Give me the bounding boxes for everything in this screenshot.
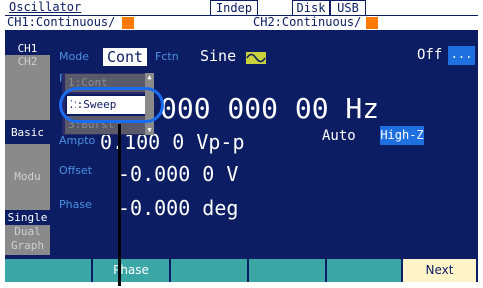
softkey-bar: Phase Next <box>5 259 478 282</box>
softkey-phase[interactable]: Phase <box>93 259 171 282</box>
tab-ch1[interactable]: CH1 <box>5 42 50 55</box>
softkey-3[interactable] <box>171 259 249 282</box>
scroll-down-icon[interactable]: ▼ <box>145 126 154 135</box>
output-state[interactable]: Off <box>417 47 442 63</box>
tab-dual-line2: Graph <box>10 239 45 252</box>
tab-modu[interactable]: Modu <box>5 144 50 210</box>
function-value[interactable]: Sine <box>200 47 236 65</box>
ch1-output-indicator <box>122 17 134 29</box>
callout-highlight <box>59 87 164 123</box>
mode-label: Mode <box>59 50 89 63</box>
tab-dual-line1: Dual <box>14 225 41 238</box>
phase-label: Phase <box>59 198 92 211</box>
scroll-up-icon[interactable]: ▲ <box>145 73 154 82</box>
screen-title: Oscillator <box>9 0 82 14</box>
softkey-5[interactable] <box>327 259 403 282</box>
ch1-status: CH1:Continuous/ <box>7 15 116 29</box>
usb-indicator: USB <box>330 0 366 16</box>
annotation-pointer <box>118 124 121 286</box>
ch2-status: CH2:Continuous/ <box>253 15 362 29</box>
load-highz-button[interactable]: High-Z <box>380 126 424 145</box>
sine-wave-icon <box>246 52 266 64</box>
fctn-label: Fctn <box>155 50 179 63</box>
offset-value[interactable]: -0.000 0 V <box>118 162 238 186</box>
more-button[interactable]: ... <box>448 46 475 65</box>
tab-ch2[interactable]: CH2 <box>5 55 50 120</box>
softkey-4[interactable] <box>249 259 327 282</box>
tab-basic[interactable]: Basic <box>5 126 50 140</box>
tab-dual-graph[interactable]: Dual Graph <box>5 225 50 255</box>
title-bar: Oscillator Indep Disk USB <box>5 0 478 16</box>
channel-status-bar: CH1:Continuous/ CH2:Continuous/ <box>5 15 478 31</box>
oscillator-screen: Oscillator Indep Disk USB CH1:Continuous… <box>5 0 478 282</box>
indep-indicator: Indep <box>210 0 258 16</box>
ampl-label: Ampto <box>59 134 96 147</box>
frequency-value[interactable]: 000 000 00 Hz <box>160 92 379 125</box>
tab-single[interactable]: Single <box>5 211 50 225</box>
disk-indicator: Disk <box>292 0 330 16</box>
phase-value[interactable]: -0.000 deg <box>118 196 238 220</box>
softkey-1[interactable] <box>5 259 93 282</box>
mode-selector[interactable]: Cont <box>103 48 147 66</box>
softkey-next[interactable]: Next <box>403 259 478 282</box>
auto-label: Auto <box>322 128 356 144</box>
ch2-output-indicator <box>366 17 378 29</box>
offset-label: Offset <box>59 164 93 177</box>
